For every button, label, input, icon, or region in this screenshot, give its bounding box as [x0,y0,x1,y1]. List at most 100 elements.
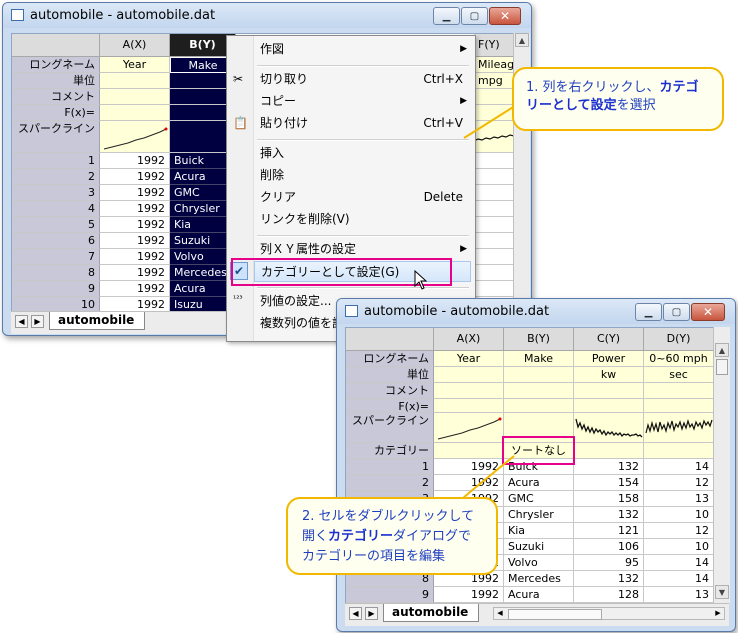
cell-mileage[interactable] [474,185,514,201]
sparkline-a[interactable] [434,413,504,443]
col-header-a[interactable]: A(X) [100,34,170,57]
scroll-thumb[interactable] [716,359,728,375]
cell-0-60[interactable]: 12 [644,523,714,539]
row-label-categories[interactable]: カテゴリー [346,443,434,459]
close-button[interactable]: ✕ [691,303,725,321]
row-number[interactable]: 1 [346,459,434,475]
formula-c[interactable] [574,399,644,413]
cell-0-60[interactable]: 13 [644,587,714,603]
vertical-scrollbar[interactable]: ▲ ▼ [713,327,730,603]
comments-c[interactable] [574,383,644,399]
row-label-comments[interactable]: コメント [12,89,100,105]
maximize-button[interactable]: ▢ [663,303,690,321]
menu-item[interactable]: 作図 ▶ [254,39,471,60]
cell-power[interactable]: 132 [574,507,644,523]
category-c[interactable] [574,443,644,459]
menu-item[interactable]: 貼り付け Ctrl+V [254,113,471,134]
cell-0-60[interactable]: 14 [644,459,714,475]
sparkline-c[interactable] [574,413,644,443]
row-label-formula[interactable]: F(x)= [346,399,434,413]
row-label-comments[interactable]: コメント [346,383,434,399]
col-header-b[interactable]: B(Y) [504,328,574,351]
row-label-units[interactable]: 単位 [12,73,100,89]
row-number[interactable]: 7 [12,249,100,265]
cell-make[interactable]: Mercedes [504,571,574,587]
cell-0-60[interactable]: 10 [644,507,714,523]
sparkline-a[interactable] [100,121,170,153]
formula-b[interactable] [504,399,574,413]
row-number[interactable]: 9 [12,281,100,297]
formula-a[interactable] [100,105,170,121]
row-number[interactable]: 9 [346,587,434,603]
longname-b[interactable]: Make [504,351,574,367]
units-d[interactable]: sec [644,367,714,383]
longname-a[interactable]: Year [434,351,504,367]
col-header-c[interactable]: C(Y) [574,328,644,351]
cell-power[interactable]: 121 [574,523,644,539]
scroll-down-button[interactable]: ▼ [715,585,729,599]
tab-next-button[interactable]: ▶ [365,607,378,620]
minimize-button[interactable]: ▁ [635,303,662,321]
cell-mileage[interactable] [474,153,514,169]
cell-mileage[interactable] [474,169,514,185]
formula-d[interactable] [644,399,714,413]
cell-power[interactable]: 132 [574,571,644,587]
comments-b[interactable] [504,383,574,399]
cell-power[interactable]: 132 [574,459,644,475]
row-number[interactable]: 8 [12,265,100,281]
cell-year[interactable]: 1992 [100,169,170,185]
comments-a[interactable] [434,383,504,399]
close-button[interactable]: ✕ [489,7,521,25]
tab-prev-button[interactable]: ◀ [349,607,362,620]
row-number[interactable]: 6 [12,233,100,249]
row-number[interactable]: 5 [12,217,100,233]
row-number[interactable]: 3 [12,185,100,201]
title-bar[interactable]: automobile - automobile.dat ▁ ▢ ✕ [3,3,531,28]
cell-year[interactable]: 1992 [100,201,170,217]
row-label-longname[interactable]: ロングネーム [346,351,434,367]
menu-item[interactable]: リンクを削除(V) [254,209,471,230]
col-header-f[interactable]: F(Y) [474,34,514,57]
cell-mileage[interactable] [474,249,514,265]
scroll-thumb[interactable] [508,609,602,620]
menu-item[interactable]: クリア Delete [254,187,471,208]
horizontal-scrollbar[interactable]: ◀ ▶ [493,607,725,620]
cell-make[interactable]: Kia [504,523,574,539]
cell-mileage[interactable] [474,201,514,217]
menu-item[interactable]: コピー ▶ [254,91,471,112]
cell-year[interactable]: 1992 [434,587,504,603]
scroll-up-button[interactable]: ▲ [515,33,529,47]
units-a[interactable] [100,73,170,89]
cell-power[interactable]: 128 [574,587,644,603]
cell-power[interactable]: 106 [574,539,644,555]
row-label-sparklines[interactable]: スパークライン [12,121,100,153]
cell-year[interactable]: 1992 [100,249,170,265]
longname-c[interactable]: Power [574,351,644,367]
cell-year[interactable]: 1992 [100,217,170,233]
cell-0-60[interactable]: 14 [644,571,714,587]
cell-make[interactable]: Suzuki [504,539,574,555]
cell-mileage[interactable] [474,233,514,249]
cell-0-60[interactable]: 13 [644,491,714,507]
cell-mileage[interactable] [474,265,514,281]
units-a[interactable] [434,367,504,383]
units-b[interactable] [504,367,574,383]
tab-prev-button[interactable]: ◀ [15,315,28,328]
row-label-longname[interactable]: ロングネーム [12,57,100,73]
longname-a[interactable]: Year [100,57,170,73]
units-f[interactable]: mpg [474,73,514,89]
formula-a[interactable] [434,399,504,413]
comments-a[interactable] [100,89,170,105]
cell-0-60[interactable]: 14 [644,555,714,571]
row-number[interactable]: 4 [12,201,100,217]
cell-mileage[interactable] [474,281,514,297]
cell-0-60[interactable]: 12 [644,475,714,491]
cell-power[interactable]: 158 [574,491,644,507]
row-number[interactable]: 2 [346,475,434,491]
maximize-button[interactable]: ▢ [461,7,488,25]
cell-power[interactable]: 154 [574,475,644,491]
tab-automobile[interactable]: automobile [383,604,480,622]
cell-mileage[interactable] [474,217,514,233]
cell-power[interactable]: 95 [574,555,644,571]
title-bar[interactable]: automobile - automobile.dat ▁ ▢ ✕ [337,299,735,324]
